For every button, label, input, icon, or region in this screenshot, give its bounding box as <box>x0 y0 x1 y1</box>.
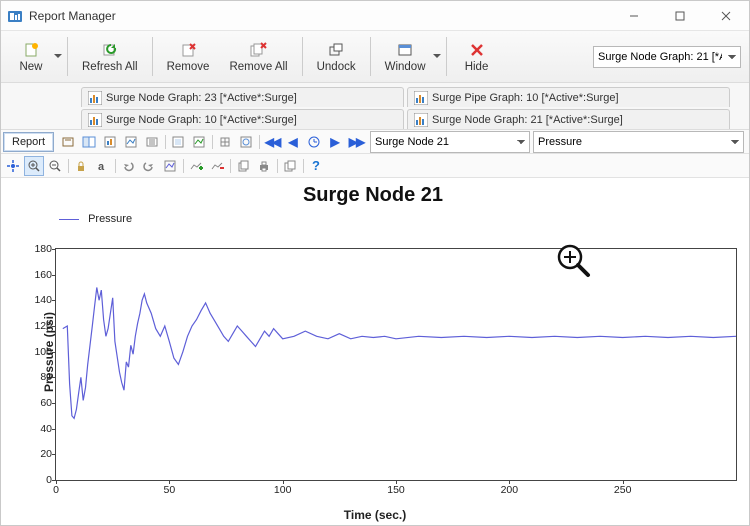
magnifier-cursor-icon <box>555 242 591 281</box>
tab-label: Surge Node Graph: 23 [*Active*:Surge] <box>106 92 297 104</box>
tab-label: Surge Node Graph: 21 [*Active*:Surge] <box>432 114 623 126</box>
graph-icon <box>414 113 428 127</box>
graph-toolbar-1: Report ◀◀ ◀ ▶ ▶▶ Surge Node 21 Pressure <box>1 130 749 154</box>
copy-icon[interactable] <box>233 156 253 176</box>
undock-button[interactable]: Undock <box>307 31 366 82</box>
tab-strip: Surge Node Graph: 23 [*Active*:Surge] Su… <box>1 83 749 130</box>
app-icon <box>7 8 23 24</box>
first-button[interactable]: ◀◀ <box>262 132 282 152</box>
print-icon[interactable] <box>254 156 274 176</box>
help-button[interactable]: ? <box>306 156 326 176</box>
tool-icon[interactable] <box>189 132 209 152</box>
text-tool-icon[interactable]: a <box>92 156 112 176</box>
prev-button[interactable]: ◀ <box>283 132 303 152</box>
svg-text:a: a <box>98 161 105 173</box>
zoom-in-icon[interactable] <box>24 156 44 176</box>
refresh-all-button[interactable]: Refresh All <box>72 31 148 82</box>
tab-label: Surge Node Graph: 10 [*Active*:Surge] <box>106 114 297 126</box>
legend-label: Pressure <box>88 213 132 225</box>
remove-button[interactable]: Remove <box>157 31 220 82</box>
hide-button[interactable]: Hide <box>451 31 503 82</box>
undock-icon <box>328 41 344 59</box>
tool-icon[interactable] <box>168 132 188 152</box>
graph-icon <box>414 91 428 105</box>
new-icon <box>23 41 39 59</box>
window-button[interactable]: Window <box>375 31 436 82</box>
tool-icon[interactable] <box>142 132 162 152</box>
maximize-button[interactable] <box>657 1 703 31</box>
tab-item[interactable]: Surge Node Graph: 10 [*Active*:Surge] <box>81 109 404 129</box>
plot-area[interactable]: 020406080100120140160180050100150200250 <box>55 248 737 481</box>
next-button[interactable]: ▶ <box>325 132 345 152</box>
property-selector[interactable]: Pressure <box>533 131 744 153</box>
redo-icon[interactable] <box>139 156 159 176</box>
last-button[interactable]: ▶▶ <box>346 132 366 152</box>
series-line <box>56 249 736 480</box>
tool-icon[interactable] <box>215 132 235 152</box>
window-icon <box>397 41 413 59</box>
remove-series-icon[interactable] <box>207 156 227 176</box>
tool-icon[interactable] <box>100 132 120 152</box>
undo-icon[interactable] <box>118 156 138 176</box>
node-selector[interactable]: Surge Node 21 <box>370 131 530 153</box>
time-icon[interactable] <box>304 132 324 152</box>
zoom-out-icon[interactable] <box>45 156 65 176</box>
window-title: Report Manager <box>29 9 611 23</box>
remove-icon <box>180 41 196 59</box>
x-axis-label: Time (sec.) <box>344 508 406 522</box>
tab-item[interactable]: Surge Node Graph: 23 [*Active*:Surge] <box>81 87 404 107</box>
add-series-icon[interactable] <box>186 156 206 176</box>
chart-panel: Surge Node 21 Pressure Pressure (psi) Ti… <box>1 178 749 525</box>
tab-item[interactable]: Surge Node Graph: 21 [*Active*:Surge] <box>407 109 730 129</box>
graph-toolbar-2: a ? <box>1 154 749 178</box>
main-toolbar: New Refresh All Remove Remove All Undock… <box>1 31 749 83</box>
legend-swatch <box>59 219 79 220</box>
remove-all-button[interactable]: Remove All <box>219 31 297 82</box>
tool-icon[interactable] <box>58 132 78 152</box>
clone-icon[interactable] <box>280 156 300 176</box>
close-button[interactable] <box>703 1 749 31</box>
titlebar: Report Manager <box>1 1 749 31</box>
hide-icon <box>470 41 484 59</box>
pan-tool-icon[interactable] <box>3 156 23 176</box>
graph-icon <box>88 113 102 127</box>
graph-selector[interactable]: Surge Node Graph: 21 [*Active* <box>593 46 741 68</box>
tool-icon[interactable] <box>121 132 141 152</box>
minimize-button[interactable] <box>611 1 657 31</box>
chart-tool-icon[interactable] <box>160 156 180 176</box>
tab-label: Surge Pipe Graph: 10 [*Active*:Surge] <box>432 92 619 104</box>
graph-icon <box>88 91 102 105</box>
report-manager-window: Report Manager New Refresh All Remove Re… <box>0 0 750 526</box>
refresh-icon <box>102 41 118 59</box>
tab-item[interactable]: Surge Pipe Graph: 10 [*Active*:Surge] <box>407 87 730 107</box>
new-button[interactable]: New <box>5 31 57 82</box>
remove-all-icon <box>250 41 268 59</box>
tool-icon[interactable] <box>236 132 256 152</box>
lock-icon[interactable] <box>71 156 91 176</box>
legend: Pressure <box>59 213 741 225</box>
chart-title: Surge Node 21 <box>5 184 741 207</box>
report-toggle[interactable]: Report <box>3 132 54 152</box>
tool-icon[interactable] <box>79 132 99 152</box>
